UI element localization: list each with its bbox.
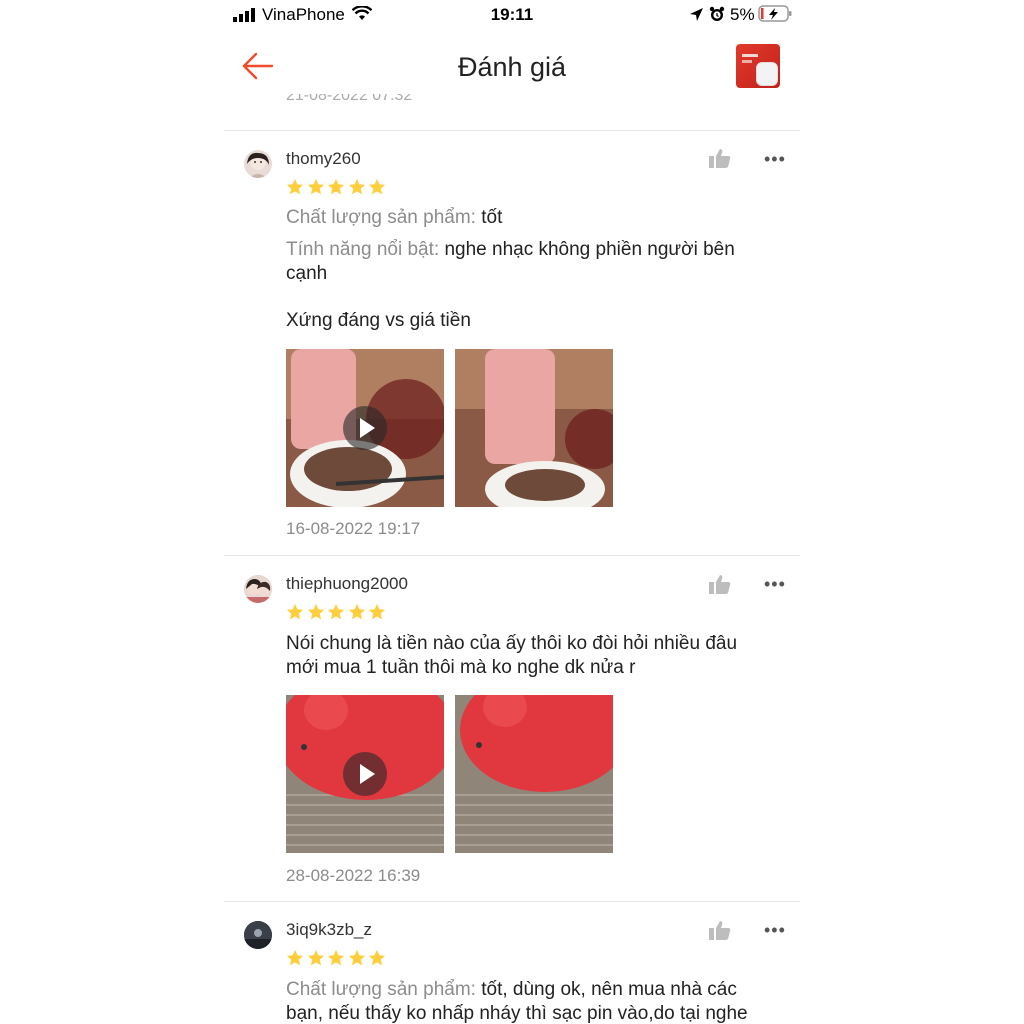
reviewer-username[interactable]: thiephuong2000 — [286, 574, 408, 594]
alarm-icon — [709, 6, 725, 21]
review-text-line: Chất lượng sản phẩm: tốt, dùng ok, nên m… — [286, 979, 737, 1000]
thumb-decor — [742, 54, 758, 57]
play-icon[interactable] — [343, 406, 387, 450]
star-icon — [368, 603, 386, 620]
page-title: Đánh giá — [457, 52, 567, 82]
more-options-icon[interactable]: ••• — [764, 149, 786, 170]
thumb-decor — [742, 60, 752, 63]
review-text-line: Nói chung là tiền nào của ấy thôi ko đòi… — [286, 633, 738, 654]
review-text-line: Chất lượng sản phẩm: tốt — [286, 207, 503, 228]
battery-charging-icon — [758, 5, 792, 22]
review-photo[interactable] — [455, 349, 613, 507]
star-rating — [286, 603, 389, 621]
avatar[interactable] — [244, 575, 272, 603]
review-text-line: cạnh — [286, 263, 328, 284]
review-photo[interactable] — [455, 695, 613, 853]
divider — [224, 555, 800, 556]
product-thumbnail[interactable] — [736, 44, 780, 88]
review-date: 16-08-2022 19:17 — [286, 519, 421, 538]
thumbs-up-icon[interactable] — [709, 148, 731, 168]
star-icon — [348, 949, 365, 966]
star-icon — [307, 178, 324, 195]
star-icon — [327, 178, 345, 195]
more-options-icon[interactable]: ••• — [764, 574, 786, 595]
star-icon — [368, 949, 386, 966]
more-options-icon[interactable]: ••• — [764, 920, 786, 941]
review-photo-image — [455, 695, 613, 853]
divider — [224, 130, 800, 131]
play-icon[interactable] — [343, 752, 387, 796]
avatar[interactable] — [244, 921, 272, 949]
battery-percent: 5% — [730, 5, 755, 24]
star-icon — [286, 178, 304, 195]
star-icon — [286, 949, 304, 966]
star-icon — [348, 178, 365, 195]
divider — [224, 901, 800, 902]
thumbs-up-icon[interactable] — [709, 920, 731, 940]
earbuds-case-image — [756, 62, 778, 86]
thumbs-up-icon[interactable] — [709, 574, 731, 594]
star-icon — [368, 178, 386, 195]
star-rating — [286, 178, 389, 196]
star-icon — [286, 603, 304, 620]
star-icon — [307, 603, 324, 620]
review-text-line: Xứng đáng vs giá tiền — [286, 310, 471, 331]
nav-header: Đánh giá — [224, 36, 800, 98]
previous-review-date: 21-08-2022 07:32 — [286, 94, 413, 104]
review-text-line: Tính năng nổi bật: nghe nhạc không phiền… — [286, 239, 735, 260]
location-icon — [690, 8, 703, 21]
star-icon — [348, 603, 365, 620]
avatar[interactable] — [244, 150, 272, 178]
reviewer-username[interactable]: thomy260 — [286, 149, 361, 169]
review-photo-image — [455, 349, 613, 507]
review-text-line: mới mua 1 tuần thôi mà ko nghe dk nửa r — [286, 657, 636, 678]
review-date: 28-08-2022 16:39 — [286, 866, 421, 885]
review-text-line: bạn, nếu thấy ko nhấp nháy thì sạc pin v… — [286, 1003, 748, 1024]
star-icon — [327, 949, 345, 966]
star-icon — [327, 603, 345, 620]
review-video-thumbnail[interactable] — [286, 349, 444, 507]
review-video-thumbnail[interactable] — [286, 695, 444, 853]
status-bar: VinaPhone 19:11 5% — [224, 0, 800, 30]
star-icon — [307, 949, 324, 966]
reviewer-username[interactable]: 3iq9k3zb_z — [286, 920, 372, 940]
star-rating — [286, 949, 389, 967]
phone-screen: VinaPhone 19:11 5% Đánh giá 21-08-2022 0… — [224, 0, 800, 1024]
